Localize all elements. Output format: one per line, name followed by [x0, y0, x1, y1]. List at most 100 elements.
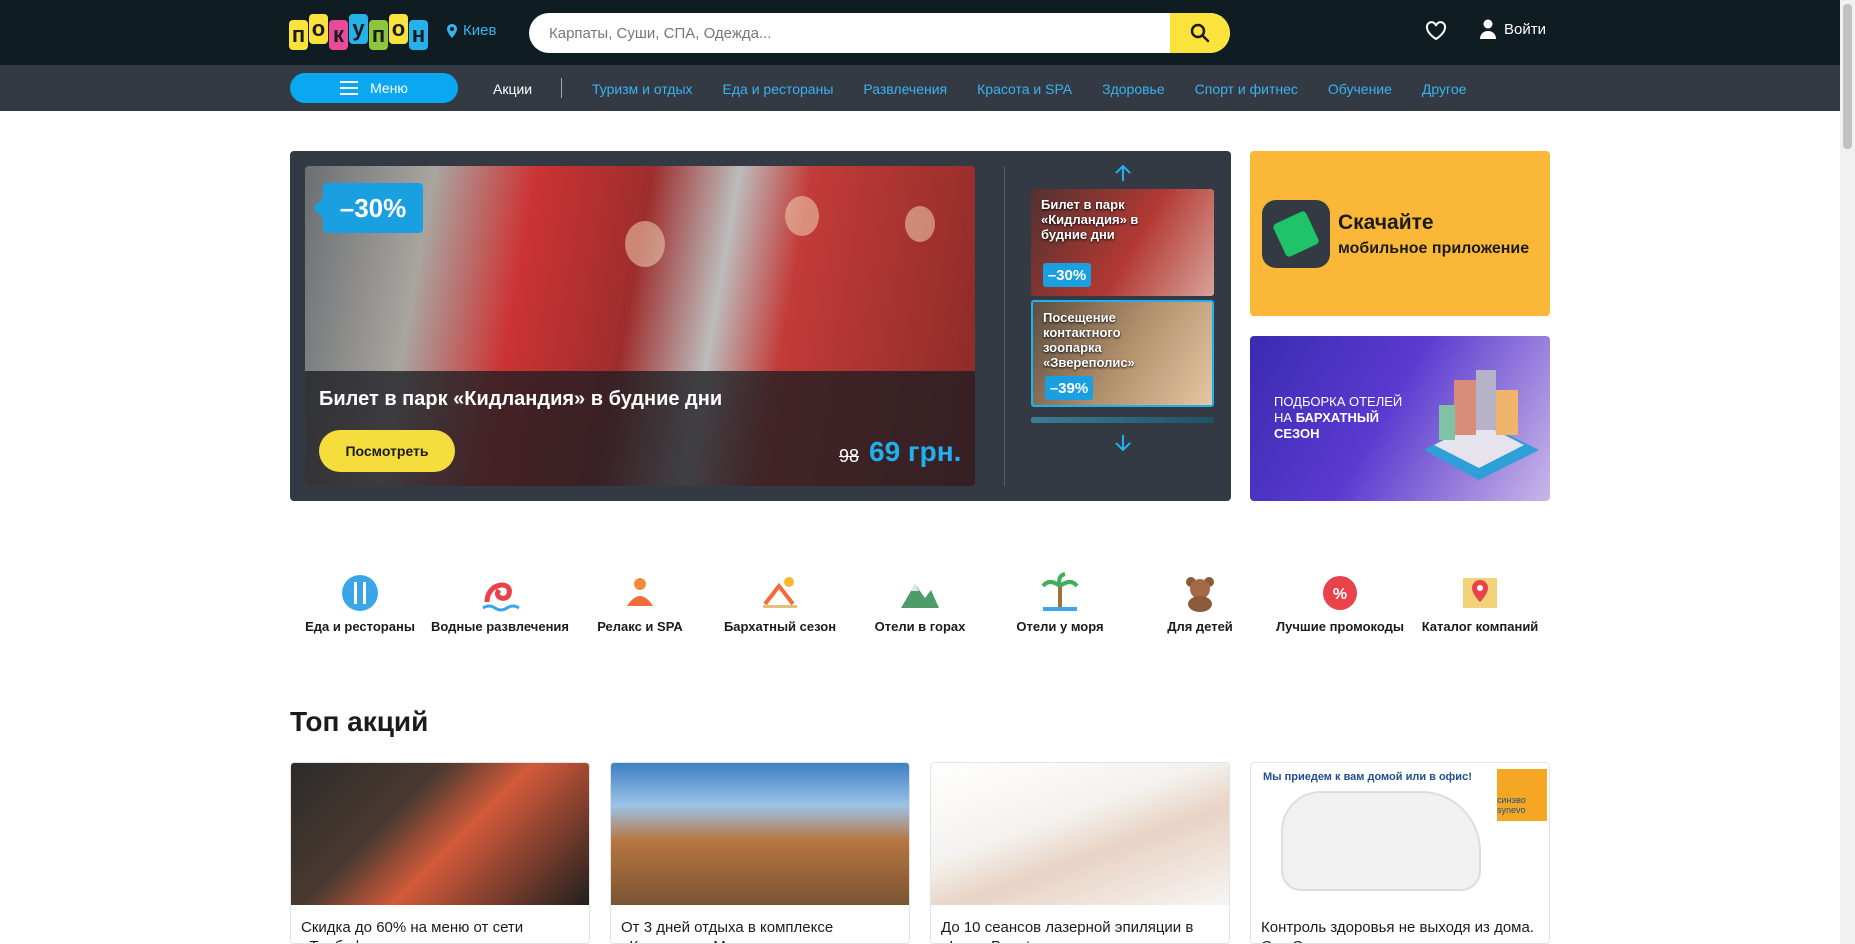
user-icon: [1480, 19, 1496, 39]
slider-down-button[interactable]: [1031, 431, 1214, 455]
synevo-logo: синэво synevo: [1497, 769, 1547, 821]
login-button[interactable]: Войти: [1480, 19, 1546, 39]
logo-letter: о: [389, 14, 408, 44]
hotel-banner-line1: ПОДБОРКА ОТЕЛЕЙ: [1274, 394, 1403, 409]
deal-card[interactable]: До 10 сеансов лазерной эпиляции в «Laser…: [930, 762, 1230, 944]
category-label: Релакс и SPA: [597, 619, 683, 634]
nav-link-health[interactable]: Здоровье: [1102, 81, 1165, 97]
category-item[interactable]: % Лучшие промокоды: [1270, 572, 1410, 633]
deal-card[interactable]: Мы приедем к вам домой или в офис! синэв…: [1250, 762, 1550, 944]
app-banner-subtitle: мобильное приложение: [1338, 240, 1530, 257]
hamburger-icon: [340, 81, 359, 95]
nav-links: Туризм и отдых Еда и рестораны Развлечен…: [592, 81, 1466, 97]
nav-link-beauty[interactable]: Красота и SPA: [977, 81, 1072, 97]
hotel-banner-text: ПОДБОРКА ОТЕЛЕЙ НА БАРХАТНЫЙ СЕЗОН: [1274, 394, 1404, 442]
nav-link-other[interactable]: Другое: [1422, 81, 1466, 97]
hero-old-price: 98: [839, 446, 860, 466]
deal-image: [291, 763, 589, 905]
category-icons: Еда и рестораны Водные развлечения Релакс …: [290, 572, 1550, 633]
category-label: Отели в горах: [874, 619, 966, 634]
deal-title: Скидка до 60% на меню от сети «Тарбеф»: [301, 919, 524, 943]
location-pin-icon: [447, 23, 457, 38]
nav-link-entertainment[interactable]: Развлечения: [863, 81, 947, 97]
category-label: Бархатный сезон: [723, 619, 837, 634]
hero-photo-detail: [625, 221, 665, 267]
nav-akcii[interactable]: Акции: [493, 81, 532, 97]
teddy-bear-icon: [1179, 572, 1221, 614]
nav-link-education[interactable]: Обучение: [1328, 81, 1392, 97]
deal-card[interactable]: От 3 дней отдыха в комплексе «Карпаты» в…: [610, 762, 910, 944]
hero-photo-detail: [905, 206, 935, 242]
hero-thumb-1[interactable]: Билет в парк «Кидландия» в будние дни –3…: [1031, 189, 1214, 296]
arrow-up-icon: [1114, 164, 1131, 181]
city-selector[interactable]: Киев: [447, 22, 496, 39]
category-item[interactable]: Бархатный сезон: [710, 572, 850, 633]
page-scrollbar[interactable]: [1840, 0, 1855, 944]
deal-title: От 3 дней отдыха в комплексе «Карпаты» в…: [621, 919, 834, 943]
top-header: покупон Киев Войти: [0, 0, 1840, 65]
category-item[interactable]: Водные развлечения: [430, 572, 570, 633]
category-item[interactable]: Каталог компаний: [1410, 572, 1550, 633]
thumb-title: Посещение контактного зоопарка «Зверепол…: [1043, 310, 1135, 370]
hero-main-slide[interactable]: –30% Билет в парк «Кидландия» в будние д…: [305, 166, 975, 486]
hero-photo-detail: [785, 196, 819, 236]
hero-thumb-3-peek[interactable]: [1031, 417, 1214, 423]
search-icon: [1190, 23, 1210, 43]
category-item[interactable]: Для детей: [1130, 572, 1270, 633]
search-input[interactable]: [549, 13, 1189, 53]
logo-letter: п: [369, 20, 388, 50]
slider-up-button[interactable]: [1031, 161, 1214, 185]
app-download-banner[interactable]: Скачайте мобильное приложение: [1250, 151, 1550, 316]
logo-letter: к: [329, 20, 348, 50]
water-slide-icon: [479, 572, 521, 614]
spa-icon: [619, 572, 661, 614]
arrow-down-icon: [1114, 435, 1131, 452]
category-item[interactable]: Отели у моря: [990, 572, 1130, 633]
top-deals-title: Топ акций: [290, 706, 429, 737]
deal-title: До 10 сеансов лазерной эпиляции в «Laser…: [941, 919, 1194, 943]
nav-link-food[interactable]: Еда и рестораны: [723, 81, 834, 97]
thumb-title: Билет в парк «Кидландия» в будние дни: [1041, 197, 1139, 242]
hotel-season-banner[interactable]: ПОДБОРКА ОТЕЛЕЙ НА БАРХАТНЫЙ СЕЗОН: [1250, 336, 1550, 501]
promo-icon: %: [1319, 572, 1361, 614]
deals-grid: Скидка до 60% на меню от сети «Тарбеф» О…: [290, 762, 1550, 944]
deal-card[interactable]: Скидка до 60% на меню от сети «Тарбеф»: [290, 762, 590, 944]
hero-title: Билет в парк «Кидландия» в будние дни: [319, 388, 723, 410]
heart-icon: [1425, 21, 1447, 41]
hero-discount-badge: –30%: [313, 183, 423, 233]
hero-slider: –30% Билет в парк «Кидландия» в будние д…: [290, 151, 1231, 501]
nav-divider: [561, 78, 562, 98]
category-label: Еда и рестораны: [305, 619, 415, 634]
palm-icon: [1039, 572, 1081, 614]
logo-letter: у: [349, 14, 368, 44]
hero-new-price: 69 грн.: [869, 436, 962, 467]
app-icon: [1262, 200, 1330, 268]
category-label: Лучшие промокоды: [1276, 619, 1404, 634]
menu-button[interactable]: Меню: [290, 73, 458, 103]
hero-view-button[interactable]: Посмотреть: [319, 430, 455, 472]
car-illustration: [1281, 791, 1481, 891]
nav-link-sport[interactable]: Спорт и фитнес: [1195, 81, 1298, 97]
deal-image: [611, 763, 909, 905]
deal-image: [931, 763, 1229, 905]
svg-text:%: %: [1333, 586, 1347, 603]
map-pin-icon: [1459, 572, 1501, 614]
logo-letter: о: [309, 14, 328, 44]
hero-thumbnails: Билет в парк «Кидландия» в будние дни –3…: [1031, 161, 1214, 455]
site-logo[interactable]: покупон: [289, 14, 428, 50]
hero-thumb-2[interactable]: Посещение контактного зоопарка «Зверепол…: [1031, 300, 1214, 407]
nav-link-tourism[interactable]: Туризм и отдых: [592, 81, 693, 97]
category-label: Водные развлечения: [430, 619, 570, 634]
deal-promo-text: Мы приедем к вам домой или в офис!: [1263, 771, 1472, 783]
logo-letter: п: [289, 20, 308, 50]
thumb-discount-badge: –39%: [1045, 376, 1093, 400]
scrollbar-thumb[interactable]: [1843, 4, 1852, 149]
search-button[interactable]: [1170, 13, 1230, 53]
category-item[interactable]: Релакс и SPA: [570, 572, 710, 633]
category-item[interactable]: Отели в горах: [850, 572, 990, 633]
favorites-button[interactable]: [1425, 21, 1447, 46]
hero-divider: [1004, 166, 1005, 486]
city-label: Киев: [463, 22, 497, 39]
beach-chair-icon: [759, 572, 801, 614]
category-item[interactable]: Еда и рестораны: [290, 572, 430, 633]
